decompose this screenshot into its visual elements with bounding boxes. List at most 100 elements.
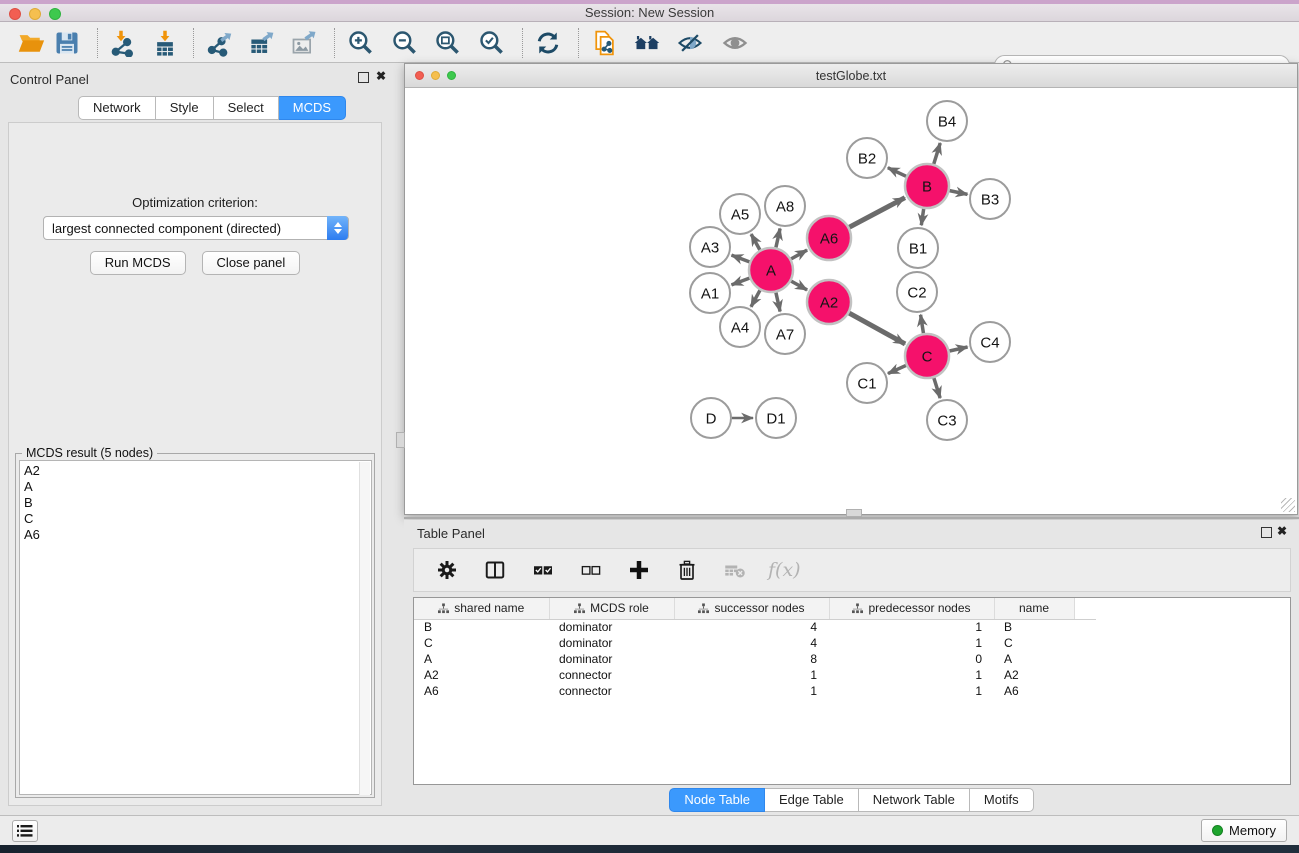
cell-mcds-role[interactable]: dominator — [549, 651, 674, 667]
run-mcds-button[interactable]: Run MCDS — [90, 251, 186, 275]
cell-shared-name[interactable]: A — [414, 651, 549, 667]
horizontal-divider-handle[interactable] — [846, 509, 862, 517]
column-header-shared-name[interactable]: shared name — [414, 598, 549, 619]
edge-A2-C[interactable] — [849, 313, 905, 344]
cell-mcds-role[interactable]: connector — [549, 683, 674, 699]
cell-shared-name[interactable]: A2 — [414, 667, 549, 683]
edge-C-C2[interactable] — [921, 315, 924, 334]
memory-button[interactable]: Memory — [1201, 819, 1287, 842]
cell-successor-nodes[interactable]: 1 — [674, 683, 829, 699]
edge-A-A3[interactable] — [732, 255, 750, 262]
show-hide-style-icon[interactable] — [673, 28, 707, 58]
zoom-selected-icon[interactable] — [475, 28, 509, 58]
cell-name[interactable]: B — [994, 619, 1074, 635]
table-settings-icon[interactable] — [432, 555, 462, 585]
result-item[interactable]: C — [24, 511, 371, 527]
tab-network-table[interactable]: Network Table — [859, 788, 970, 812]
column-header-name[interactable]: name — [994, 598, 1074, 619]
cell-predecessor-nodes[interactable]: 1 — [829, 683, 994, 699]
tab-edge-table[interactable]: Edge Table — [765, 788, 859, 812]
save-session-icon[interactable] — [50, 28, 84, 58]
import-network-icon[interactable] — [104, 28, 138, 58]
tab-network[interactable]: Network — [78, 96, 156, 120]
show-all-networks-icon[interactable] — [630, 28, 664, 58]
node-table-header-row[interactable]: shared nameMCDS rolesuccessor nodesprede… — [414, 598, 1096, 619]
cell-successor-nodes[interactable]: 4 — [674, 635, 829, 651]
edge-A-A5[interactable] — [751, 234, 760, 250]
edge-A-A1[interactable] — [732, 278, 750, 285]
table-row[interactable]: Bdominator41B — [414, 619, 1096, 635]
cell-successor-nodes[interactable]: 4 — [674, 619, 829, 635]
close-panel-icon[interactable]: ✖ — [376, 69, 386, 83]
delete-column-icon[interactable] — [672, 555, 702, 585]
cell-name[interactable]: C — [994, 635, 1074, 651]
cell-successor-nodes[interactable]: 1 — [674, 667, 829, 683]
tab-node-table[interactable]: Node Table — [669, 788, 765, 812]
export-network-icon[interactable] — [201, 28, 235, 58]
export-image-icon[interactable] — [287, 28, 321, 58]
edge-A-A4[interactable] — [751, 290, 760, 307]
edge-A-A2[interactable] — [791, 281, 807, 290]
column-header-mcds-role[interactable]: MCDS role — [549, 598, 674, 619]
vertical-divider-handle[interactable] — [396, 432, 405, 448]
clone-network-icon[interactable] — [588, 28, 622, 58]
zoom-fit-icon[interactable] — [431, 28, 465, 58]
unselect-all-columns-icon[interactable] — [576, 555, 606, 585]
result-item[interactable]: B — [24, 495, 371, 511]
cell-shared-name[interactable]: B — [414, 619, 549, 635]
resize-grip-icon[interactable] — [1281, 498, 1295, 512]
column-header-predecessor-nodes[interactable]: predecessor nodes — [829, 598, 994, 619]
cell-successor-nodes[interactable]: 8 — [674, 651, 829, 667]
cell-predecessor-nodes[interactable]: 1 — [829, 667, 994, 683]
zoom-out-icon[interactable] — [388, 28, 422, 58]
node-table[interactable]: shared nameMCDS rolesuccessor nodesprede… — [414, 598, 1096, 699]
cell-name[interactable]: A6 — [994, 683, 1074, 699]
zoom-in-icon[interactable] — [344, 28, 378, 58]
edge-A-A6[interactable] — [791, 250, 807, 259]
mcds-result-list[interactable]: A2ABCA6 — [19, 460, 372, 795]
close-panel-button[interactable]: Close panel — [202, 251, 301, 275]
cell-shared-name[interactable]: A6 — [414, 683, 549, 699]
result-item[interactable]: A6 — [24, 527, 371, 543]
edge-C-C3[interactable] — [934, 378, 940, 398]
edge-C-C1[interactable] — [888, 365, 906, 373]
task-history-button[interactable] — [12, 820, 38, 842]
edge-A-A7[interactable] — [776, 292, 780, 311]
import-table-icon[interactable] — [148, 28, 182, 58]
result-scrollbar[interactable] — [359, 462, 370, 795]
tab-style[interactable]: Style — [156, 96, 214, 120]
cell-shared-name[interactable]: C — [414, 635, 549, 651]
cell-name[interactable]: A2 — [994, 667, 1074, 683]
column-layout-icon[interactable] — [480, 555, 510, 585]
show-hide-view-icon[interactable] — [718, 28, 752, 58]
cell-predecessor-nodes[interactable]: 0 — [829, 651, 994, 667]
edge-B-B2[interactable] — [888, 168, 906, 177]
cell-name[interactable]: A — [994, 651, 1074, 667]
table-row[interactable]: Cdominator41C — [414, 635, 1096, 651]
edge-C-C4[interactable] — [949, 347, 967, 351]
cell-predecessor-nodes[interactable]: 1 — [829, 619, 994, 635]
export-table-icon[interactable] — [244, 28, 278, 58]
tab-select[interactable]: Select — [214, 96, 279, 120]
network-window-titlebar[interactable]: testGlobe.txt — [405, 64, 1297, 88]
result-item[interactable]: A — [24, 479, 371, 495]
cell-mcds-role[interactable]: dominator — [549, 619, 674, 635]
table-row[interactable]: Adominator80A — [414, 651, 1096, 667]
column-header-successor-nodes[interactable]: successor nodes — [674, 598, 829, 619]
result-item[interactable]: A2 — [24, 463, 371, 479]
network-canvas[interactable]: B4B2BB3A8A5A6A3B1AA1C2A2A4A7CC4C1C3DD1 — [406, 88, 1296, 514]
select-all-columns-icon[interactable] — [528, 555, 558, 585]
cell-mcds-role[interactable]: dominator — [549, 635, 674, 651]
edge-B-B3[interactable] — [950, 191, 968, 195]
refresh-layout-icon[interactable] — [531, 28, 565, 58]
tab-motifs[interactable]: Motifs — [970, 788, 1034, 812]
open-file-icon[interactable] — [14, 28, 48, 58]
cell-predecessor-nodes[interactable]: 1 — [829, 635, 994, 651]
cell-mcds-role[interactable]: connector — [549, 667, 674, 683]
edge-A-A8[interactable] — [776, 228, 780, 247]
close-table-panel-icon[interactable]: ✖ — [1277, 524, 1287, 538]
edge-B-B1[interactable] — [921, 209, 923, 225]
add-column-icon[interactable] — [624, 555, 654, 585]
edge-B-B4[interactable] — [934, 143, 940, 164]
tab-mcds[interactable]: MCDS — [279, 96, 346, 120]
